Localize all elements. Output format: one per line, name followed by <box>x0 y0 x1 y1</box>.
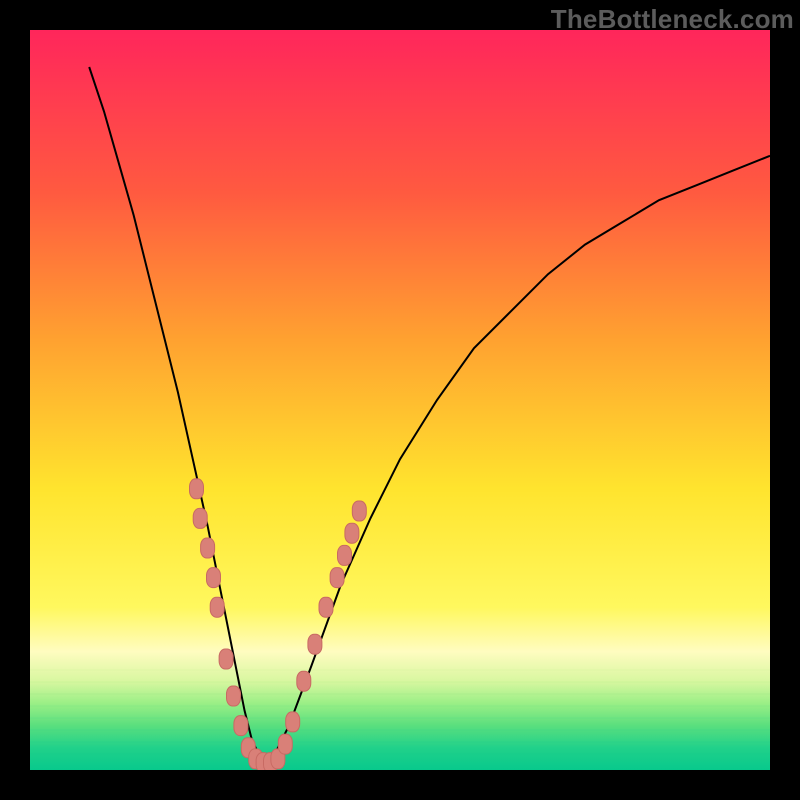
curve-marker <box>286 712 300 732</box>
curve-marker <box>190 479 204 499</box>
curve-marker <box>234 716 248 736</box>
curve-marker <box>345 523 359 543</box>
curve-marker <box>352 501 366 521</box>
chart-svg <box>30 30 770 770</box>
curve-marker <box>308 634 322 654</box>
curve-marker <box>330 568 344 588</box>
curve-marker <box>201 538 215 558</box>
curve-marker <box>278 734 292 754</box>
curve-marker <box>338 545 352 565</box>
curve-marker <box>207 568 221 588</box>
watermark-text: TheBottleneck.com <box>551 4 794 35</box>
curve-marker <box>219 649 233 669</box>
gradient-background <box>30 30 770 770</box>
plot-area <box>30 30 770 770</box>
curve-marker <box>227 686 241 706</box>
curve-marker <box>297 671 311 691</box>
curve-marker <box>210 597 224 617</box>
curve-marker <box>319 597 333 617</box>
chart-frame: TheBottleneck.com <box>0 0 800 800</box>
curve-marker <box>193 508 207 528</box>
